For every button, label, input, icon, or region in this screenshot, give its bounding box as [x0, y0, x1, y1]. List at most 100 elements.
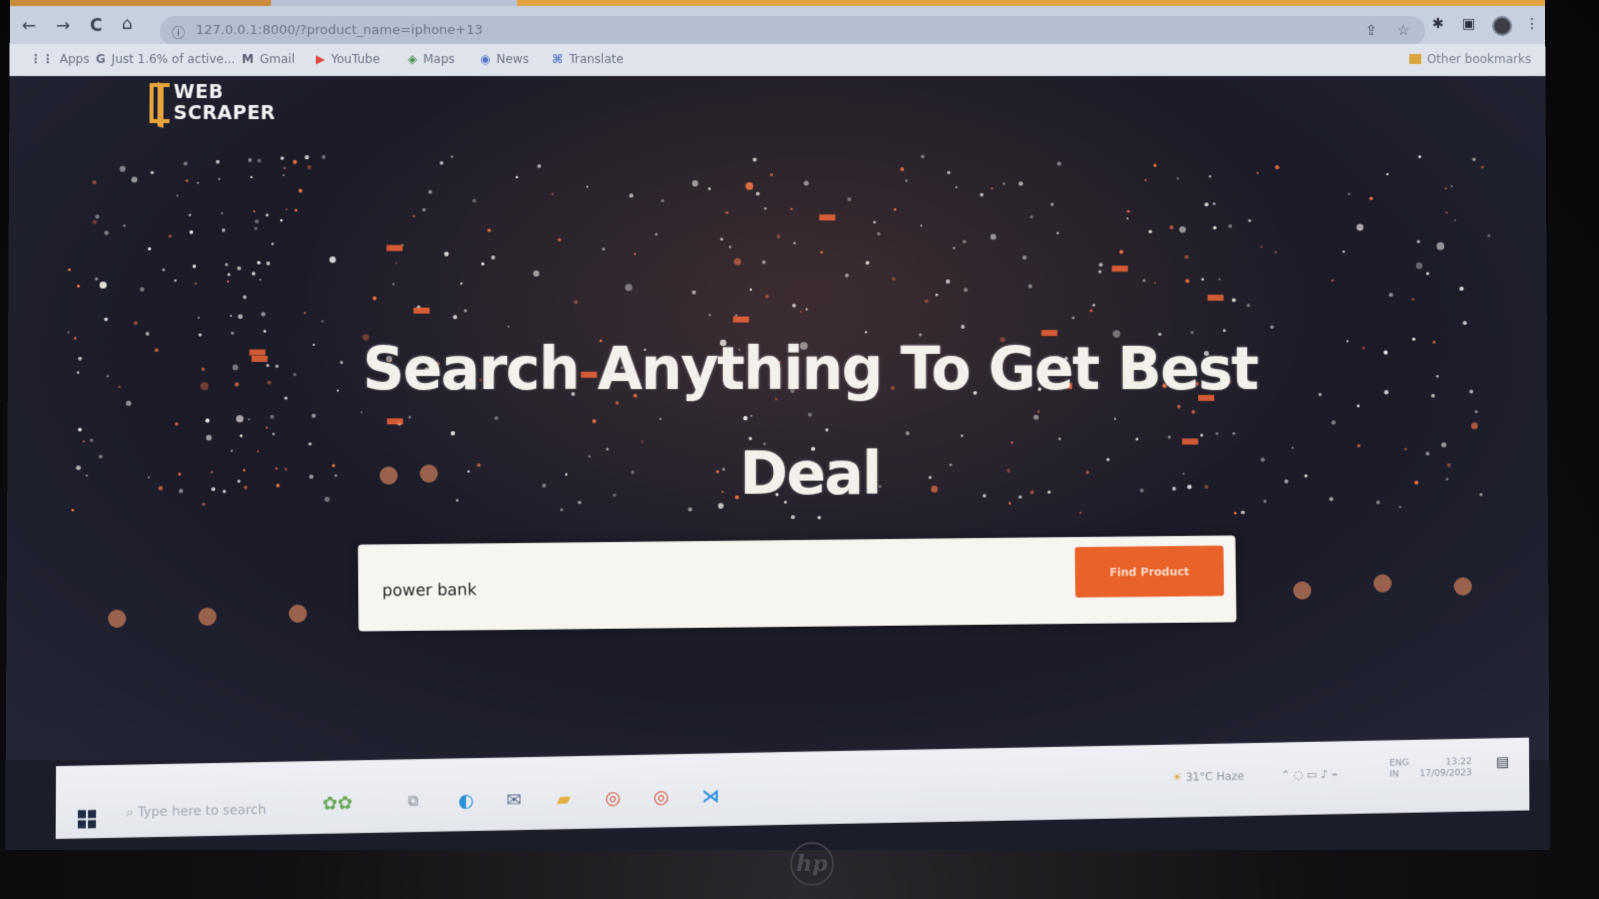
particle-dot [1248, 219, 1252, 223]
particle-dot [303, 311, 306, 314]
vscode-icon[interactable]: ⋊ [702, 786, 720, 808]
find-product-button[interactable]: Find Product [1074, 545, 1225, 598]
particle-dot [793, 241, 796, 245]
particle-dot [1361, 346, 1366, 350]
particle-dot [265, 213, 269, 217]
particle-dot [1018, 181, 1024, 186]
particle-dot [265, 426, 268, 429]
particle-dot [260, 311, 265, 316]
web-scraper-logo[interactable]: WEB SCRAPER [149, 81, 276, 124]
particle-dot [242, 468, 246, 472]
particle-dot [1218, 278, 1221, 281]
particle-dot [1431, 393, 1435, 398]
particle-dot [768, 173, 773, 177]
particle-dot [924, 299, 929, 304]
windows-start-icon[interactable] [77, 809, 97, 829]
particle-dot [1480, 165, 1485, 169]
particle-dot [1479, 492, 1483, 497]
particle-dot [1260, 245, 1263, 249]
particle-dot [284, 467, 288, 471]
edge-icon[interactable]: ◐ [458, 790, 474, 812]
menu-kebab-icon[interactable]: ⋮ [1525, 16, 1539, 32]
data-flag-mark [385, 244, 402, 251]
extensions-icon[interactable]: ✱ [1432, 16, 1444, 32]
lang-region: IN [1389, 769, 1399, 780]
widgets-icon[interactable]: ✿✿ [322, 793, 352, 815]
bookmark-google[interactable]: G Just 1.6% of active... [96, 52, 235, 66]
task-view-icon[interactable]: ⧉ [408, 791, 419, 809]
bookmark-apps[interactable]: ⋮⋮ Apps [30, 52, 90, 66]
particle-dot [67, 267, 71, 271]
particle-dot [229, 314, 232, 317]
site-info-icon[interactable]: ⓘ [172, 22, 185, 41]
bookmark-maps[interactable]: ◈ Maps [408, 52, 455, 66]
bookmark-youtube[interactable]: ▶ YouTube [316, 52, 380, 66]
side-panel-icon[interactable]: ▣ [1462, 16, 1475, 32]
particle-dot [654, 232, 658, 236]
product-search-input[interactable] [382, 565, 1046, 607]
particle-dot [262, 328, 266, 332]
particle-dot [247, 157, 252, 162]
particle-dot [210, 470, 214, 474]
chrome-active-icon[interactable]: ◎ [653, 787, 669, 809]
particle-dot [1184, 254, 1189, 260]
mail-icon[interactable]: ✉ [506, 789, 521, 811]
bookmark-translate[interactable]: ⌘ Translate [552, 52, 624, 66]
particle-dot [1208, 175, 1212, 178]
particle-dot [1127, 210, 1130, 213]
logo-mark-icon [149, 83, 170, 124]
bookmark-news[interactable]: ◉ News [480, 52, 529, 66]
reload-icon[interactable]: C [90, 16, 103, 36]
clock-time: 13:22 [1445, 756, 1472, 768]
particle-dot [77, 355, 82, 360]
language-indicator[interactable]: ENG IN [1389, 758, 1409, 781]
other-bookmarks[interactable]: Other bookmarks [1408, 52, 1531, 66]
translate-icon: ⌘ [551, 52, 564, 67]
particle-dot [147, 476, 150, 479]
particle-dot [131, 176, 138, 183]
file-explorer-icon[interactable]: ▰ [557, 789, 571, 811]
particle-dot [660, 198, 664, 203]
particle-dot [205, 418, 210, 423]
profile-avatar[interactable] [1492, 15, 1513, 37]
particle-dot [73, 336, 77, 339]
particle-dot [952, 246, 956, 250]
particle-dot [189, 229, 193, 234]
particle-dot [515, 175, 518, 179]
particle-dot [67, 330, 70, 333]
particle-dot [275, 467, 278, 470]
home-icon[interactable]: ⌂ [122, 14, 133, 34]
bookmark-gmail[interactable]: M Gmail [242, 52, 295, 66]
particle-dot [536, 163, 541, 168]
particle-dot [133, 320, 138, 325]
address-bar[interactable]: ⓘ 127.0.0.1:8000/?product_name=iphone+13… [159, 15, 1426, 47]
particle-dot [1414, 480, 1419, 485]
data-flag-mark [819, 214, 836, 221]
particle-dot [765, 294, 769, 299]
chrome-icon[interactable]: ◎ [605, 788, 621, 810]
back-icon[interactable]: ← [22, 16, 36, 36]
particle-dot [92, 219, 97, 224]
particle-dot [1418, 155, 1422, 159]
notification-icon[interactable]: ▤ [1496, 754, 1509, 770]
share-icon[interactable]: ⇪ [1365, 23, 1377, 39]
particle-dot [311, 413, 316, 418]
particle-dot [1445, 211, 1448, 214]
particle-dot [1212, 202, 1216, 206]
bookmark-label: Just 1.6% of active... [111, 52, 236, 67]
particle-dot [1231, 298, 1236, 303]
particle-dot [865, 260, 870, 265]
address-url[interactable]: 127.0.0.1:8000/?product_name=iphone+13 [196, 23, 483, 38]
particle-dot [1119, 250, 1124, 255]
particle-dot [893, 208, 897, 211]
forward-icon[interactable]: → [56, 16, 70, 36]
particle-dot [175, 194, 179, 197]
particle-dot [1153, 163, 1157, 167]
bookmark-star-icon[interactable]: ☆ [1397, 23, 1410, 39]
clock[interactable]: 13:22 17/09/2023 [1420, 757, 1472, 780]
weather-widget[interactable]: ☀ 31°C Haze [1172, 769, 1244, 784]
taskbar-search[interactable]: ⌕ Type here to search [126, 803, 266, 821]
tray-icons[interactable]: ⌃ ◌ ▭ ♪ ⌁ [1281, 768, 1338, 782]
weather-icon: ☀ [1172, 770, 1183, 785]
particle-dot [1204, 202, 1209, 207]
